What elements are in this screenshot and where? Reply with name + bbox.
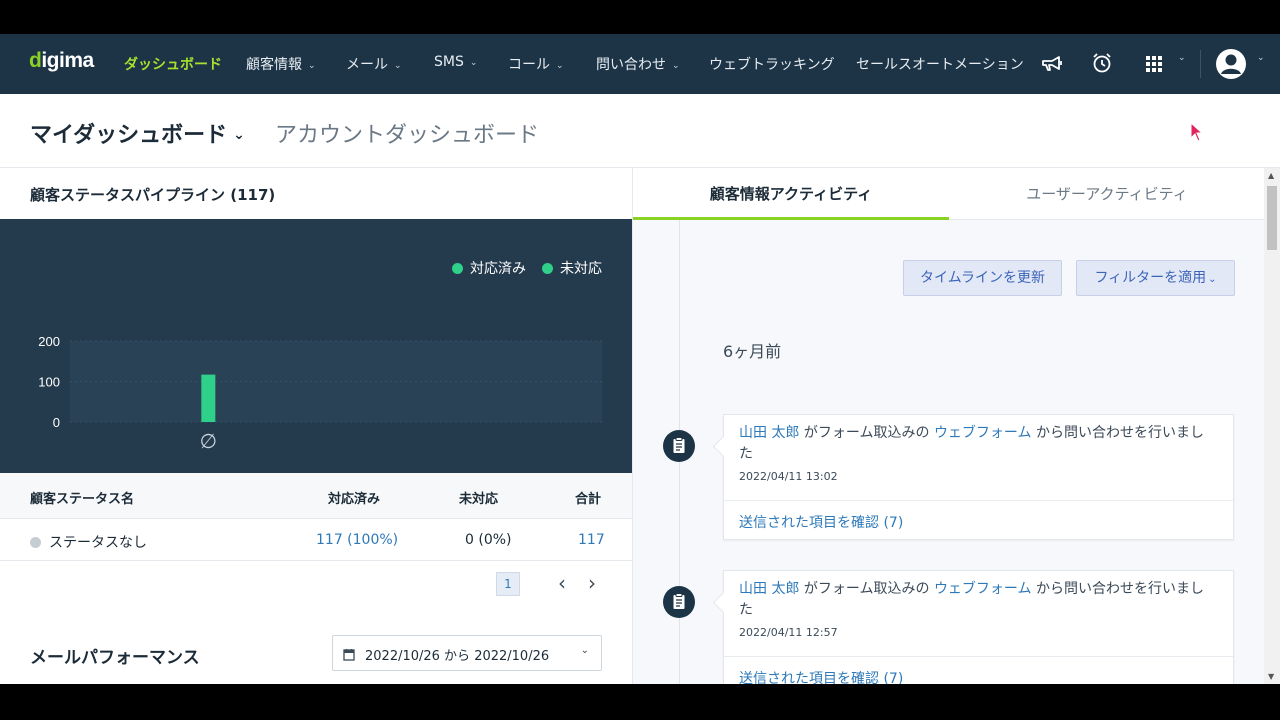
nav-dashboard[interactable]: ダッシュボード bbox=[124, 54, 222, 74]
user-avatar-icon[interactable]: ⌄ bbox=[1215, 49, 1267, 79]
chevron-down-icon: ⌄ bbox=[469, 58, 478, 68]
y-tick-label: 100 bbox=[38, 375, 60, 390]
activity-text: がフォーム取込みの bbox=[799, 581, 934, 597]
page-title: マイダッシュボード bbox=[30, 123, 228, 148]
nav-inquiry-label: 問い合わせ bbox=[596, 57, 666, 73]
activity-tabs: 顧客情報アクティビティ ユーザーアクティビティ bbox=[633, 168, 1265, 220]
table-row: ステータスなし 117 (100%) 0 (0%) 117 bbox=[0, 519, 632, 561]
status-name-cell: ステータスなし bbox=[30, 532, 147, 552]
nav-sms-label: SMS bbox=[434, 54, 464, 70]
clipboard-icon bbox=[663, 430, 695, 462]
refresh-timeline-button[interactable]: タイムラインを更新 bbox=[903, 260, 1062, 296]
chevron-down-icon: ⌄ bbox=[672, 61, 680, 71]
megaphone-icon[interactable] bbox=[1040, 51, 1066, 77]
chevron-down-icon: ⌄ bbox=[1257, 53, 1265, 63]
chevron-down-icon: ⌄ bbox=[394, 61, 402, 71]
status-dot bbox=[30, 537, 41, 548]
col-status-name: 顧客ステータス名 bbox=[30, 492, 135, 507]
total-count-link[interactable]: 117 bbox=[578, 532, 605, 548]
card-divider bbox=[724, 656, 1233, 657]
nav-divider bbox=[1200, 50, 1201, 78]
nav-call-label: コール bbox=[508, 57, 550, 73]
chevron-right-icon[interactable]: › bbox=[582, 572, 602, 596]
nav-web-tracking-label: ウェブトラッキング bbox=[709, 57, 835, 73]
left-panel: 顧客ステータスパイプライン (117) 対応済み 未対応 200 100 0 ∅ 顧客… bbox=[0, 168, 632, 684]
chevron-left-icon[interactable]: ‹ bbox=[552, 572, 572, 596]
tab-customer-activity[interactable]: 顧客情報アクティビティ bbox=[633, 168, 949, 220]
col-handled: 対応済み bbox=[328, 492, 381, 507]
pipeline-chart: 対応済み 未対応 200 100 0 ∅ bbox=[0, 219, 632, 473]
status-name: ステータスなし bbox=[49, 535, 147, 551]
nav-customer-info-label: 顧客情報 bbox=[246, 57, 302, 73]
nav-dashboard-label: ダッシュボード bbox=[124, 57, 222, 73]
handled-count-link[interactable]: 117 (100%) bbox=[316, 532, 398, 548]
col-total: 合計 bbox=[575, 492, 602, 507]
top-nav: digima ダッシュボード 顧客情報 ⌄ メール ⌄ SMS ⌄ コール ⌄ 問い合わ… bbox=[0, 34, 1280, 94]
unhandled-count: 0 (0%) bbox=[465, 532, 512, 548]
nav-customer-info[interactable]: 顧客情報 ⌄ bbox=[246, 54, 316, 74]
chevron-down-icon: ⌄ bbox=[233, 127, 245, 143]
view-submitted-items-link[interactable]: 送信された項目を確認 (7) bbox=[739, 668, 903, 684]
webform-link[interactable]: ウェブフォーム bbox=[934, 581, 1032, 597]
chevron-down-icon: ⌄ bbox=[1208, 274, 1217, 285]
nav-mail[interactable]: メール ⌄ bbox=[346, 54, 402, 74]
scrollbar-thumb[interactable] bbox=[1267, 186, 1277, 250]
date-range-select[interactable]: 2022/10/26 から 2022/10/26 ⌄ bbox=[332, 635, 602, 671]
chevron-down-icon: ⌄ bbox=[1178, 53, 1186, 63]
nav-sms[interactable]: SMS ⌄ bbox=[434, 54, 477, 70]
mail-performance-title: メールパフォーマンス bbox=[30, 648, 200, 668]
page-header: マイダッシュボード ⌄ アカウントダッシュボード bbox=[0, 94, 1280, 168]
chevron-down-icon: ⌄ bbox=[308, 61, 316, 71]
customer-name-link[interactable]: 山田 太郎 bbox=[739, 581, 799, 597]
chevron-down-icon: ⌄ bbox=[580, 645, 589, 656]
digima-logo[interactable]: digima bbox=[29, 49, 94, 73]
activity-card: 山田 太郎 がフォーム取込みの ウェブフォーム から問い合わせを行いました 20… bbox=[723, 570, 1234, 684]
pipeline-title: 顧客ステータスパイプライン (117) bbox=[30, 186, 276, 204]
tab-user-activity[interactable]: ユーザーアクティビティ bbox=[949, 168, 1265, 220]
mouse-cursor-icon bbox=[1190, 121, 1204, 146]
nav-web-tracking[interactable]: ウェブトラッキング bbox=[709, 54, 835, 74]
bar-handled bbox=[201, 374, 216, 422]
clipboard-icon bbox=[663, 586, 695, 618]
my-dashboard-dropdown[interactable]: マイダッシュボード ⌄ bbox=[30, 117, 245, 149]
view-submitted-items-link[interactable]: 送信された項目を確認 (7) bbox=[739, 512, 903, 532]
date-range-value: 2022/10/26 から 2022/10/26 bbox=[365, 649, 550, 664]
activity-message: 山田 太郎 がフォーム取込みの ウェブフォーム から問い合わせを行いました bbox=[739, 423, 1209, 465]
apply-filter-label: フィルターを適用 bbox=[1094, 270, 1207, 286]
nav-mail-label: メール bbox=[346, 57, 388, 73]
nav-sales-automation-label: セールスオートメーション bbox=[856, 57, 1024, 73]
calendar-icon bbox=[343, 646, 355, 665]
webform-link[interactable]: ウェブフォーム bbox=[934, 425, 1032, 441]
apply-filter-button[interactable]: フィルターを適用 ⌄ bbox=[1076, 260, 1235, 296]
nav-inquiry[interactable]: 問い合わせ ⌄ bbox=[596, 54, 680, 74]
card-divider bbox=[724, 500, 1233, 501]
activity-timestamp: 2022/04/11 12:57 bbox=[739, 626, 838, 639]
scroll-down-arrow-icon[interactable]: ▼ bbox=[1268, 672, 1274, 681]
activity-timestamp: 2022/04/11 13:02 bbox=[739, 470, 838, 483]
page-scrollbar[interactable]: ▲ ▼ bbox=[1264, 168, 1280, 684]
chevron-down-icon: ⌄ bbox=[556, 61, 564, 71]
activity-card: 山田 太郎 がフォーム取込みの ウェブフォーム から問い合わせを行いました 20… bbox=[723, 414, 1234, 540]
app-screen: digima ダッシュボード 顧客情報 ⌄ メール ⌄ SMS ⌄ コール ⌄ 問い合わ… bbox=[0, 34, 1280, 684]
x-tick-label: ∅ bbox=[200, 429, 217, 453]
activity-panel: 顧客情報アクティビティ ユーザーアクティビティ タイムラインを更新 フィルターを… bbox=[632, 168, 1265, 684]
period-label: 6ヶ月前 bbox=[723, 342, 782, 361]
bar-chart-svg: 200 100 0 ∅ bbox=[38, 334, 602, 453]
page-number-button[interactable]: 1 bbox=[496, 572, 520, 596]
account-dashboard-link[interactable]: アカウントダッシュボード bbox=[275, 117, 539, 149]
table-header: 顧客ステータス名 対応済み 未対応 合計 bbox=[0, 473, 632, 519]
alarm-clock-icon[interactable] bbox=[1090, 51, 1116, 77]
activity-message: 山田 太郎 がフォーム取込みの ウェブフォーム から問い合わせを行いました bbox=[739, 579, 1209, 621]
activity-text: がフォーム取込みの bbox=[799, 425, 934, 441]
scroll-up-arrow-icon[interactable]: ▲ bbox=[1268, 171, 1274, 180]
customer-name-link[interactable]: 山田 太郎 bbox=[739, 425, 799, 441]
col-unhandled: 未対応 bbox=[459, 492, 499, 507]
y-tick-label: 0 bbox=[53, 415, 60, 430]
apps-grid-icon[interactable]: ⌄ bbox=[1144, 51, 1188, 77]
y-tick-label: 200 bbox=[38, 334, 60, 349]
nav-call[interactable]: コール ⌄ bbox=[508, 54, 564, 74]
nav-sales-automation[interactable]: セールスオートメーション bbox=[856, 54, 1024, 74]
